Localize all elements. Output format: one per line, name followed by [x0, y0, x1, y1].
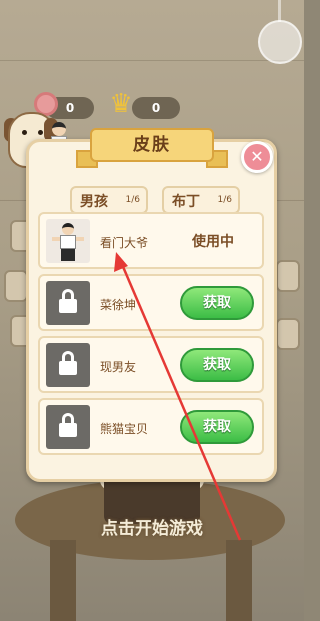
arrow-line	[119, 261, 242, 541]
annotation-arrow	[114, 252, 242, 541]
arrowhead-icon	[114, 252, 128, 272]
